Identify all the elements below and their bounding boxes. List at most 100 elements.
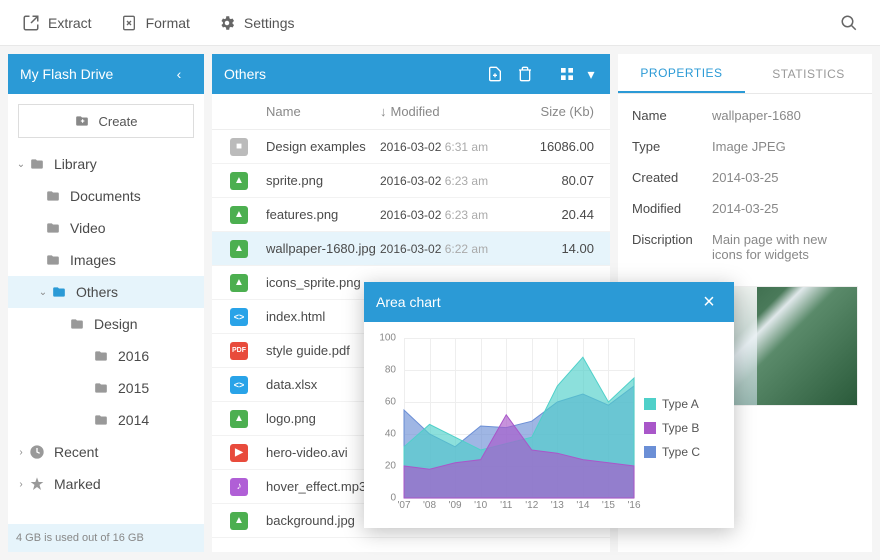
- folder-icon: [68, 317, 86, 331]
- property-row: Namewallpaper-1680: [618, 100, 872, 131]
- popup-title: Area chart: [376, 294, 441, 310]
- tree-2014[interactable]: 2014: [8, 404, 204, 436]
- table-row[interactable]: ▲sprite.png2016-03-02 6:23 am80.07: [212, 164, 610, 198]
- property-row: Modified2014-03-25: [618, 193, 872, 224]
- tree-documents[interactable]: Documents: [8, 180, 204, 212]
- sidebar-title: My Flash Drive: [20, 66, 113, 82]
- tree-design[interactable]: Design: [8, 308, 204, 340]
- extract-button[interactable]: Extract: [8, 8, 106, 38]
- delete-button[interactable]: [512, 61, 538, 87]
- property-value: wallpaper-1680: [712, 108, 858, 123]
- table-row[interactable]: ▲wallpaper-1680.jpg2016-03-02 6:22 am14.…: [212, 232, 610, 266]
- file-name: sprite.png: [266, 173, 380, 188]
- tree-recent[interactable]: ›Recent: [8, 436, 204, 468]
- clock-icon: [28, 444, 46, 460]
- trash-icon: [517, 65, 533, 83]
- property-value: Image JPEG: [712, 139, 858, 154]
- view-mode-button[interactable]: [554, 61, 580, 87]
- folder-icon: [92, 413, 110, 427]
- property-key: Type: [632, 139, 712, 154]
- settings-label: Settings: [244, 15, 295, 31]
- close-button[interactable]: ×: [696, 289, 722, 315]
- toolbar: Extract Format Settings: [0, 0, 880, 46]
- view-dropdown[interactable]: ▾: [584, 61, 598, 87]
- tree-2015[interactable]: 2015: [8, 372, 204, 404]
- tree-others[interactable]: ⌄Others: [8, 276, 204, 308]
- folder-icon: [92, 381, 110, 395]
- file-modified: 2016-03-02 6:23 am: [380, 208, 530, 222]
- file-size: 16086.00: [530, 139, 610, 154]
- property-key: Discription: [632, 232, 712, 262]
- img-icon: ▲: [230, 512, 248, 530]
- search-button[interactable]: [826, 8, 872, 38]
- expand-icon: ⌄: [36, 287, 50, 298]
- folder-icon: [44, 221, 62, 235]
- folder-icon: [28, 157, 46, 171]
- folder-icon: [92, 349, 110, 363]
- folder-open-icon: [50, 285, 68, 299]
- img-icon: ▲: [230, 410, 248, 428]
- folder-icon: [44, 253, 62, 267]
- col-modified[interactable]: ↓Modified: [380, 104, 530, 119]
- tab-statistics[interactable]: STATISTICS: [745, 54, 872, 93]
- details-tabs: PROPERTIES STATISTICS: [618, 54, 872, 94]
- file-name: wallpaper-1680.jpg: [266, 241, 380, 256]
- property-key: Name: [632, 108, 712, 123]
- property-value: 2014-03-25: [712, 201, 858, 216]
- chevron-left-icon: ‹: [177, 66, 182, 82]
- property-value: 2014-03-25: [712, 170, 858, 185]
- col-size[interactable]: Size (Kb): [530, 104, 610, 119]
- format-button[interactable]: Format: [106, 8, 204, 38]
- table-row[interactable]: ▲features.png2016-03-02 6:23 am20.44: [212, 198, 610, 232]
- legend-item[interactable]: Type A: [644, 397, 714, 411]
- caret-down-icon: ▾: [587, 66, 594, 83]
- chevron-right-icon: ›: [14, 447, 28, 458]
- legend-swatch: [644, 398, 656, 410]
- collapse-sidebar-button[interactable]: ‹: [166, 61, 192, 87]
- table-row[interactable]: ■Design examples2016-03-02 6:31 am16086.…: [212, 130, 610, 164]
- property-row: TypeImage JPEG: [618, 131, 872, 162]
- code-icon: <>: [230, 308, 248, 326]
- legend-item[interactable]: Type B: [644, 421, 714, 435]
- extract-label: Extract: [48, 15, 92, 31]
- file-size: 20.44: [530, 207, 610, 222]
- img-icon: ▲: [230, 274, 248, 292]
- chevron-right-icon: ›: [14, 479, 28, 490]
- create-button[interactable]: Create: [18, 104, 194, 138]
- sidebar: My Flash Drive ‹ Create ⌄Library Documen…: [8, 54, 204, 552]
- img-icon: ▲: [230, 172, 248, 190]
- close-icon: ×: [703, 291, 715, 314]
- folder-tree: ⌄Library Documents Video Images ⌄Others …: [8, 148, 204, 524]
- file-modified: 2016-03-02 6:31 am: [380, 140, 530, 154]
- tree-video[interactable]: Video: [8, 212, 204, 244]
- grid-icon: [559, 66, 575, 82]
- file-size: 80.07: [530, 173, 610, 188]
- chart-popup: Area chart × 100806040200 '07'08'09'10'1…: [364, 282, 734, 528]
- property-key: Modified: [632, 201, 712, 216]
- tree-2016[interactable]: 2016: [8, 340, 204, 372]
- tab-properties[interactable]: PROPERTIES: [618, 54, 745, 93]
- property-row: DiscriptionMain page with new icons for …: [618, 224, 872, 270]
- tree-library[interactable]: ⌄Library: [8, 148, 204, 180]
- storage-bar: 4 GB is used out of 16 GB: [8, 524, 204, 552]
- legend-swatch: [644, 422, 656, 434]
- popup-header: Area chart ×: [364, 282, 734, 322]
- search-icon: [840, 14, 858, 32]
- tree-marked[interactable]: ›Marked: [8, 468, 204, 500]
- new-file-button[interactable]: [482, 61, 508, 87]
- star-icon: [28, 476, 46, 492]
- file-name: icons_sprite.png: [266, 275, 380, 290]
- create-label: Create: [98, 114, 137, 129]
- folder-icon: [44, 189, 62, 203]
- legend-item[interactable]: Type C: [644, 445, 714, 459]
- file-name: Design examples: [266, 139, 380, 154]
- expand-icon: ⌄: [14, 159, 28, 170]
- aud-icon: ♪: [230, 478, 248, 496]
- file-name: background.jpg: [266, 513, 380, 528]
- tree-images[interactable]: Images: [8, 244, 204, 276]
- file-name: logo.png: [266, 411, 380, 426]
- pdf-icon: PDF: [230, 342, 248, 360]
- col-name[interactable]: Name: [266, 104, 380, 119]
- settings-button[interactable]: Settings: [204, 8, 309, 38]
- file-modified: 2016-03-02 6:22 am: [380, 242, 530, 256]
